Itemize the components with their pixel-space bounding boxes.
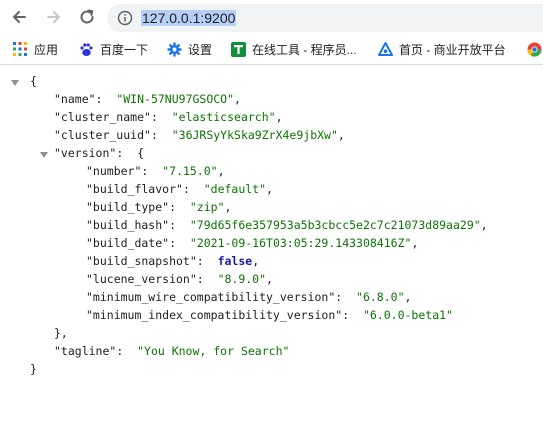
browser-logo-icon [526,41,542,57]
forward-button[interactable] [41,4,67,30]
json-line-min-index: "minimum_index_compatibility_version": "… [86,308,453,322]
bookmark-home[interactable]: 首页 - 商业开放平台 [377,34,506,64]
bookmark-label: 在线工具 - 程序员... [252,42,357,57]
json-version-close: }, [54,326,68,340]
triangle-logo-icon [377,41,393,57]
json-line-build-snapshot: "build_snapshot": false, [86,254,260,268]
bookmark-apps[interactable]: 应用 [12,34,58,64]
baidu-paw-icon [78,41,94,57]
bookmark-settings[interactable]: 设置 [166,34,212,64]
json-line-build-hash: "build_hash": "79d65f6e357953a5b3cbcc5e2… [86,218,488,232]
url-text[interactable]: 127.0.0.1:9200 [141,9,237,27]
bookmark-baidu[interactable]: 百度一下 [78,34,148,64]
bookmark-label: 首页 - 商业开放平台 [399,42,506,57]
bookmark-label: 设置 [188,42,213,57]
bookmark-label: 应用 [34,42,59,57]
json-line-build-date: "build_date": "2021-09-16T03:05:29.14330… [86,236,419,250]
gear-icon [166,41,182,57]
json-line-lucene-version: "lucene_version": "8.9.0", [86,272,273,286]
collapse-triangle-icon[interactable] [11,80,19,86]
json-open-brace: { [30,74,37,88]
bookmarks-bar: 应用 百度一下 设置 在线工具 - 程序员... 首页 - 商业开放平台 [0,34,543,65]
json-line-cluster-name: "cluster_name": "elasticsearch", [54,110,283,124]
back-button[interactable] [6,4,32,30]
reload-icon [80,9,94,24]
json-line-cluster-uuid: "cluster_uuid": "36JRSyYkSka9ZrX4e9jbXw"… [54,128,345,142]
apps-grid-icon [12,41,28,57]
address-bar[interactable]: 127.0.0.1:9200 [107,4,543,32]
browser-toolbar: 127.0.0.1:9200 [0,0,543,34]
json-line-name: "name": "WIN-57NU97GSOCO", [54,92,241,106]
reload-button[interactable] [74,4,100,30]
json-line-min-wire: "minimum_wire_compatibility_version": "6… [86,290,412,304]
json-viewer: { "name": "WIN-57NU97GSOCO", "cluster_na… [0,64,543,440]
arrow-left-icon [13,11,26,23]
collapse-triangle-icon[interactable] [40,152,48,158]
bookmark-overflow[interactable] [526,34,543,64]
bookmark-online-tools[interactable]: 在线工具 - 程序员... [230,34,357,64]
json-close-brace: } [30,362,37,376]
info-icon[interactable] [117,10,133,26]
json-line-build-flavor: "build_flavor": "default", [86,182,273,196]
arrow-right-icon [47,11,60,23]
json-line-number: "number": "7.15.0", [86,164,225,178]
t-logo-icon [230,41,246,57]
json-line-tagline: "tagline": "You Know, for Search" [54,344,290,358]
url-selection: 127.0.0.1:9200 [141,10,237,26]
json-line-version: "version": { [54,146,145,160]
bookmark-label: 百度一下 [100,42,149,57]
json-line-build-type: "build_type": "zip", [86,200,232,214]
